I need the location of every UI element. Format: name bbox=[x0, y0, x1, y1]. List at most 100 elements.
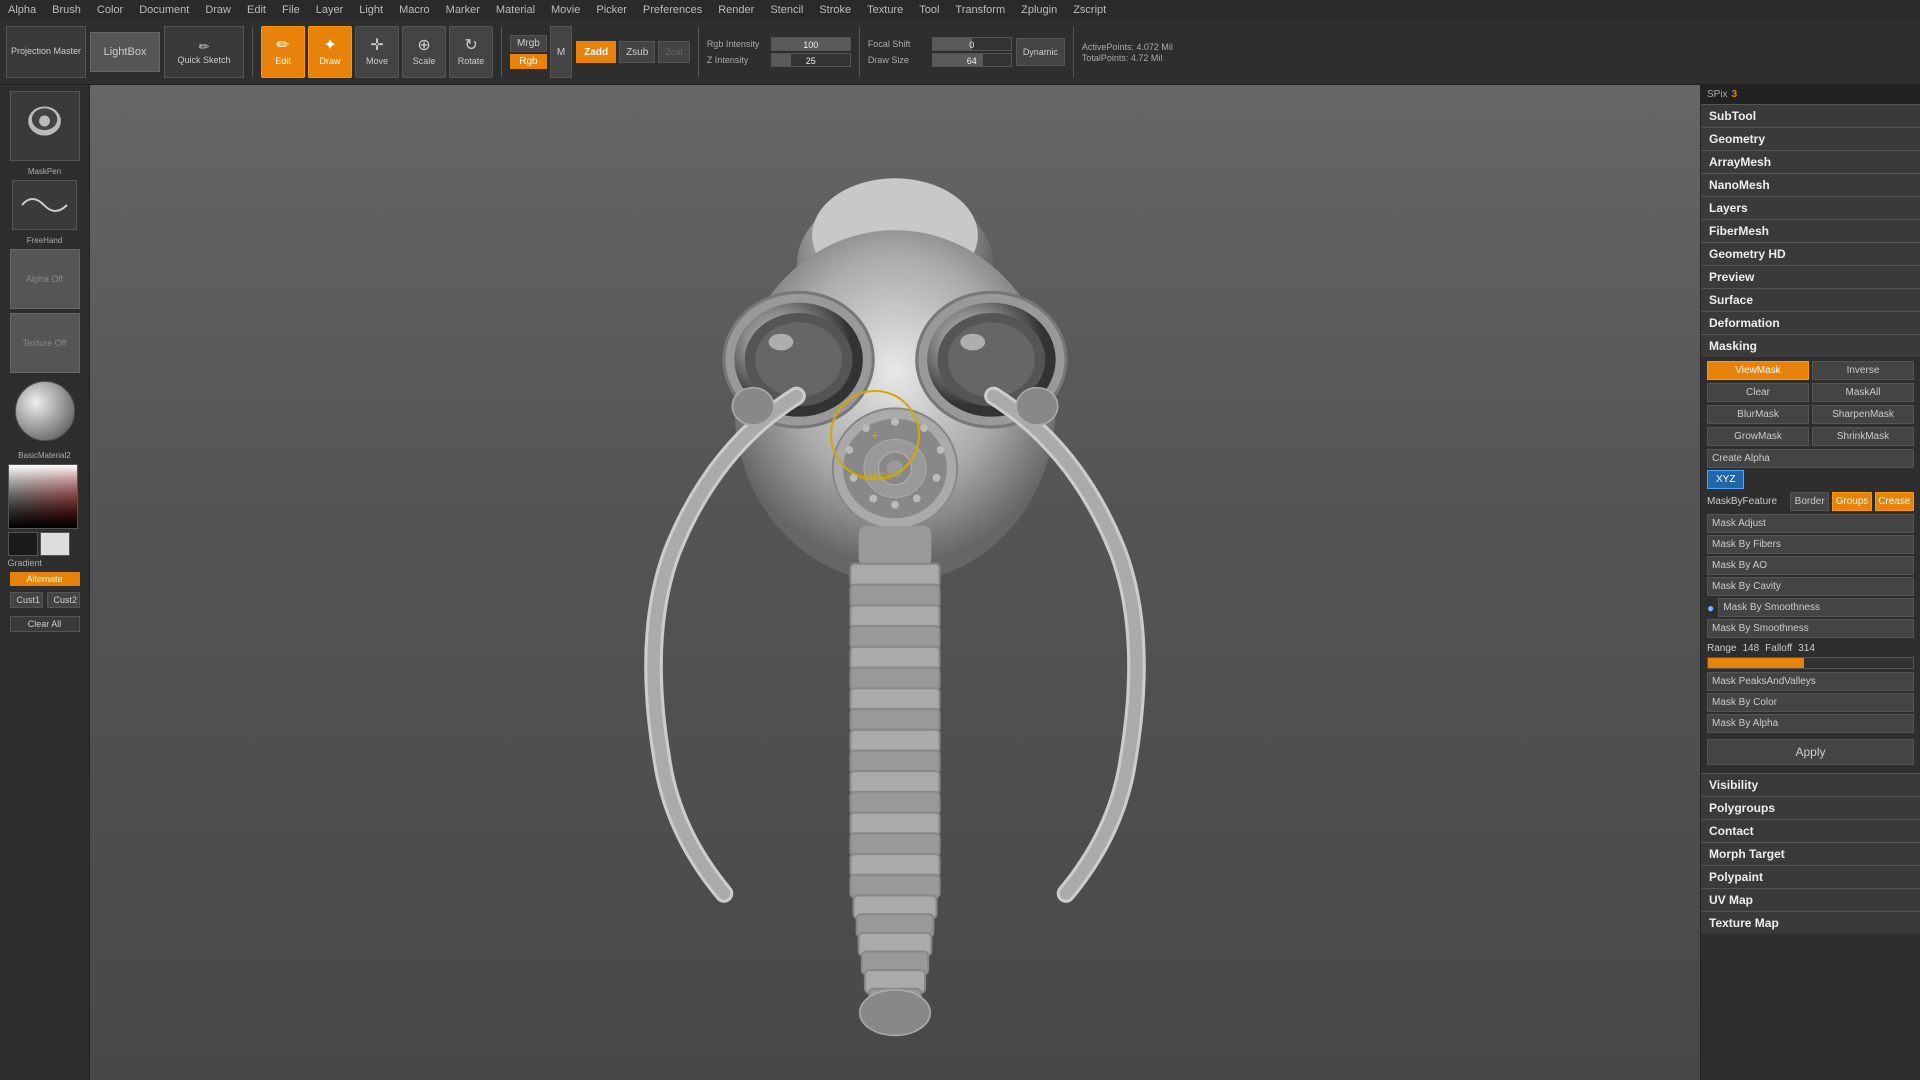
menu-movie[interactable]: Movie bbox=[551, 4, 580, 16]
inverse-button[interactable]: Inverse bbox=[1812, 361, 1914, 380]
menu-brush[interactable]: Brush bbox=[52, 4, 81, 16]
blur-sharpen-row: BlurMask SharpenMask bbox=[1707, 405, 1914, 424]
texture-preview-button[interactable]: Texture Off bbox=[10, 313, 80, 373]
mask-by-fibers-button[interactable]: Mask By Fibers bbox=[1707, 535, 1914, 554]
3d-viewport[interactable]: + +MASK bbox=[90, 85, 1700, 1080]
arraymesh-header[interactable]: ArrayMesh bbox=[1701, 150, 1920, 173]
growmask-button[interactable]: GrowMask bbox=[1707, 427, 1809, 446]
dynamic-button[interactable]: Dynamic bbox=[1016, 38, 1065, 66]
mask-by-ao-button[interactable]: Mask By AO bbox=[1707, 556, 1914, 575]
clear-all-button[interactable]: Clear All bbox=[10, 616, 80, 632]
clear-mask-button[interactable]: Clear bbox=[1707, 383, 1809, 402]
menu-macro[interactable]: Macro bbox=[399, 4, 430, 16]
draw-button[interactable]: ✦ Draw bbox=[308, 26, 352, 78]
lightbox-button[interactable]: LightBox bbox=[90, 32, 160, 72]
menu-edit[interactable]: Edit bbox=[247, 4, 266, 16]
menu-file[interactable]: File bbox=[282, 4, 300, 16]
polygroups-header[interactable]: Polygroups bbox=[1701, 796, 1920, 819]
menu-document[interactable]: Document bbox=[139, 4, 189, 16]
mask-by-smoothness-2-button[interactable]: Mask By Smoothness bbox=[1707, 619, 1914, 638]
apply-button[interactable]: Apply bbox=[1707, 739, 1914, 765]
menu-alpha[interactable]: Alpha bbox=[8, 4, 36, 16]
contact-header[interactable]: Contact bbox=[1701, 819, 1920, 842]
mask-by-smoothness-1-button[interactable]: Mask By Smoothness bbox=[1718, 598, 1914, 617]
zsub-button[interactable]: Zsub bbox=[619, 41, 655, 63]
menu-texture[interactable]: Texture bbox=[867, 4, 903, 16]
menu-transform[interactable]: Transform bbox=[955, 4, 1005, 16]
m-toggle[interactable]: M bbox=[550, 26, 572, 78]
rgb-toggle[interactable]: Rgb bbox=[510, 54, 547, 69]
cust1-button[interactable]: Cust1 bbox=[10, 592, 43, 608]
menu-zscript[interactable]: Zscript bbox=[1073, 4, 1106, 16]
viewmask-button[interactable]: ViewMask bbox=[1707, 361, 1809, 380]
material-preview-button[interactable] bbox=[15, 381, 75, 441]
menu-stencil[interactable]: Stencil bbox=[770, 4, 803, 16]
maskall-button[interactable]: MaskAll bbox=[1812, 383, 1914, 402]
nanomesh-header[interactable]: NanoMesh bbox=[1701, 173, 1920, 196]
menu-layer[interactable]: Layer bbox=[316, 4, 344, 16]
fibermesh-header[interactable]: FiberMesh bbox=[1701, 219, 1920, 242]
geometry-hd-header[interactable]: Geometry HD bbox=[1701, 242, 1920, 265]
menu-stroke[interactable]: Stroke bbox=[819, 4, 851, 16]
move-button[interactable]: ✛ Move bbox=[355, 26, 399, 78]
cust2-button[interactable]: Cust2 bbox=[47, 592, 80, 608]
preview-header[interactable]: Preview bbox=[1701, 265, 1920, 288]
blurmask-button[interactable]: BlurMask bbox=[1707, 405, 1809, 424]
mask-by-alpha-button[interactable]: Mask By Alpha bbox=[1707, 714, 1914, 733]
menu-draw[interactable]: Draw bbox=[205, 4, 231, 16]
menu-render[interactable]: Render bbox=[718, 4, 754, 16]
border-button[interactable]: Border bbox=[1790, 492, 1829, 511]
groups-button[interactable]: Groups bbox=[1832, 492, 1871, 511]
morph-target-header[interactable]: Morph Target bbox=[1701, 842, 1920, 865]
mask-adjust-button[interactable]: Mask Adjust bbox=[1707, 514, 1914, 533]
color-spectrum[interactable] bbox=[8, 464, 78, 529]
shrinkmask-button[interactable]: ShrinkMask bbox=[1812, 427, 1914, 446]
create-alpha-button[interactable]: Create Alpha bbox=[1707, 449, 1914, 468]
zcut-button[interactable]: Zcut bbox=[658, 41, 690, 63]
menu-color[interactable]: Color bbox=[97, 4, 123, 16]
menu-material[interactable]: Material bbox=[496, 4, 535, 16]
visibility-header[interactable]: Visibility bbox=[1701, 773, 1920, 796]
scale-icon: ⊕ bbox=[417, 38, 430, 54]
uv-map-header[interactable]: UV Map bbox=[1701, 888, 1920, 911]
projection-master-button[interactable]: Projection Master bbox=[6, 26, 86, 78]
mask-peaks-valleys-button[interactable]: Mask PeaksAndValleys bbox=[1707, 672, 1914, 691]
scale-button[interactable]: ⊕ Scale bbox=[402, 26, 446, 78]
polypaint-header[interactable]: Polypaint bbox=[1701, 865, 1920, 888]
crease-button[interactable]: Crease bbox=[1875, 492, 1914, 511]
stroke-preview-button[interactable] bbox=[12, 180, 77, 230]
mrgb-toggle[interactable]: Mrgb bbox=[510, 35, 547, 52]
quick-sketch-button[interactable]: ✏ Quick Sketch bbox=[164, 26, 244, 78]
mask-by-cavity-button[interactable]: Mask By Cavity bbox=[1707, 577, 1914, 596]
masking-header[interactable]: Masking bbox=[1701, 334, 1920, 357]
deformation-header[interactable]: Deformation bbox=[1701, 311, 1920, 334]
background-color-swatch[interactable] bbox=[40, 532, 70, 556]
range-slider[interactable] bbox=[1707, 657, 1914, 669]
surface-header[interactable]: Surface bbox=[1701, 288, 1920, 311]
draw-size-slider[interactable]: 64 bbox=[932, 53, 1012, 67]
xyz-mask-button[interactable]: XYZ bbox=[1707, 470, 1744, 489]
menu-zplugin[interactable]: Zplugin bbox=[1021, 4, 1057, 16]
brush-preview-button[interactable] bbox=[10, 91, 80, 161]
alternate-button[interactable]: Alternate bbox=[10, 572, 80, 586]
rotate-button[interactable]: ↻ Rotate bbox=[449, 26, 493, 78]
menu-light[interactable]: Light bbox=[359, 4, 383, 16]
focal-shift-slider[interactable]: 0 bbox=[932, 37, 1012, 51]
menu-preferences[interactable]: Preferences bbox=[643, 4, 702, 16]
menu-marker[interactable]: Marker bbox=[446, 4, 480, 16]
texture-map-header[interactable]: Texture Map bbox=[1701, 911, 1920, 934]
foreground-color-swatch[interactable] bbox=[8, 532, 38, 556]
range-label: Range bbox=[1707, 643, 1736, 654]
geometry-header[interactable]: Geometry bbox=[1701, 127, 1920, 150]
zadd-button[interactable]: Zadd bbox=[576, 41, 616, 63]
edit-button[interactable]: ✏ Edit bbox=[261, 26, 305, 78]
menu-picker[interactable]: Picker bbox=[596, 4, 627, 16]
subtool-header[interactable]: SubTool bbox=[1701, 104, 1920, 127]
alpha-preview-button[interactable]: Alpha Off bbox=[10, 249, 80, 309]
z-intensity-slider[interactable]: 25 bbox=[771, 53, 851, 67]
menu-tool[interactable]: Tool bbox=[919, 4, 939, 16]
mask-by-color-button[interactable]: Mask By Color bbox=[1707, 693, 1914, 712]
rgb-intensity-slider[interactable]: 100 bbox=[771, 37, 851, 51]
sharpenmask-button[interactable]: SharpenMask bbox=[1812, 405, 1914, 424]
layers-header[interactable]: Layers bbox=[1701, 196, 1920, 219]
